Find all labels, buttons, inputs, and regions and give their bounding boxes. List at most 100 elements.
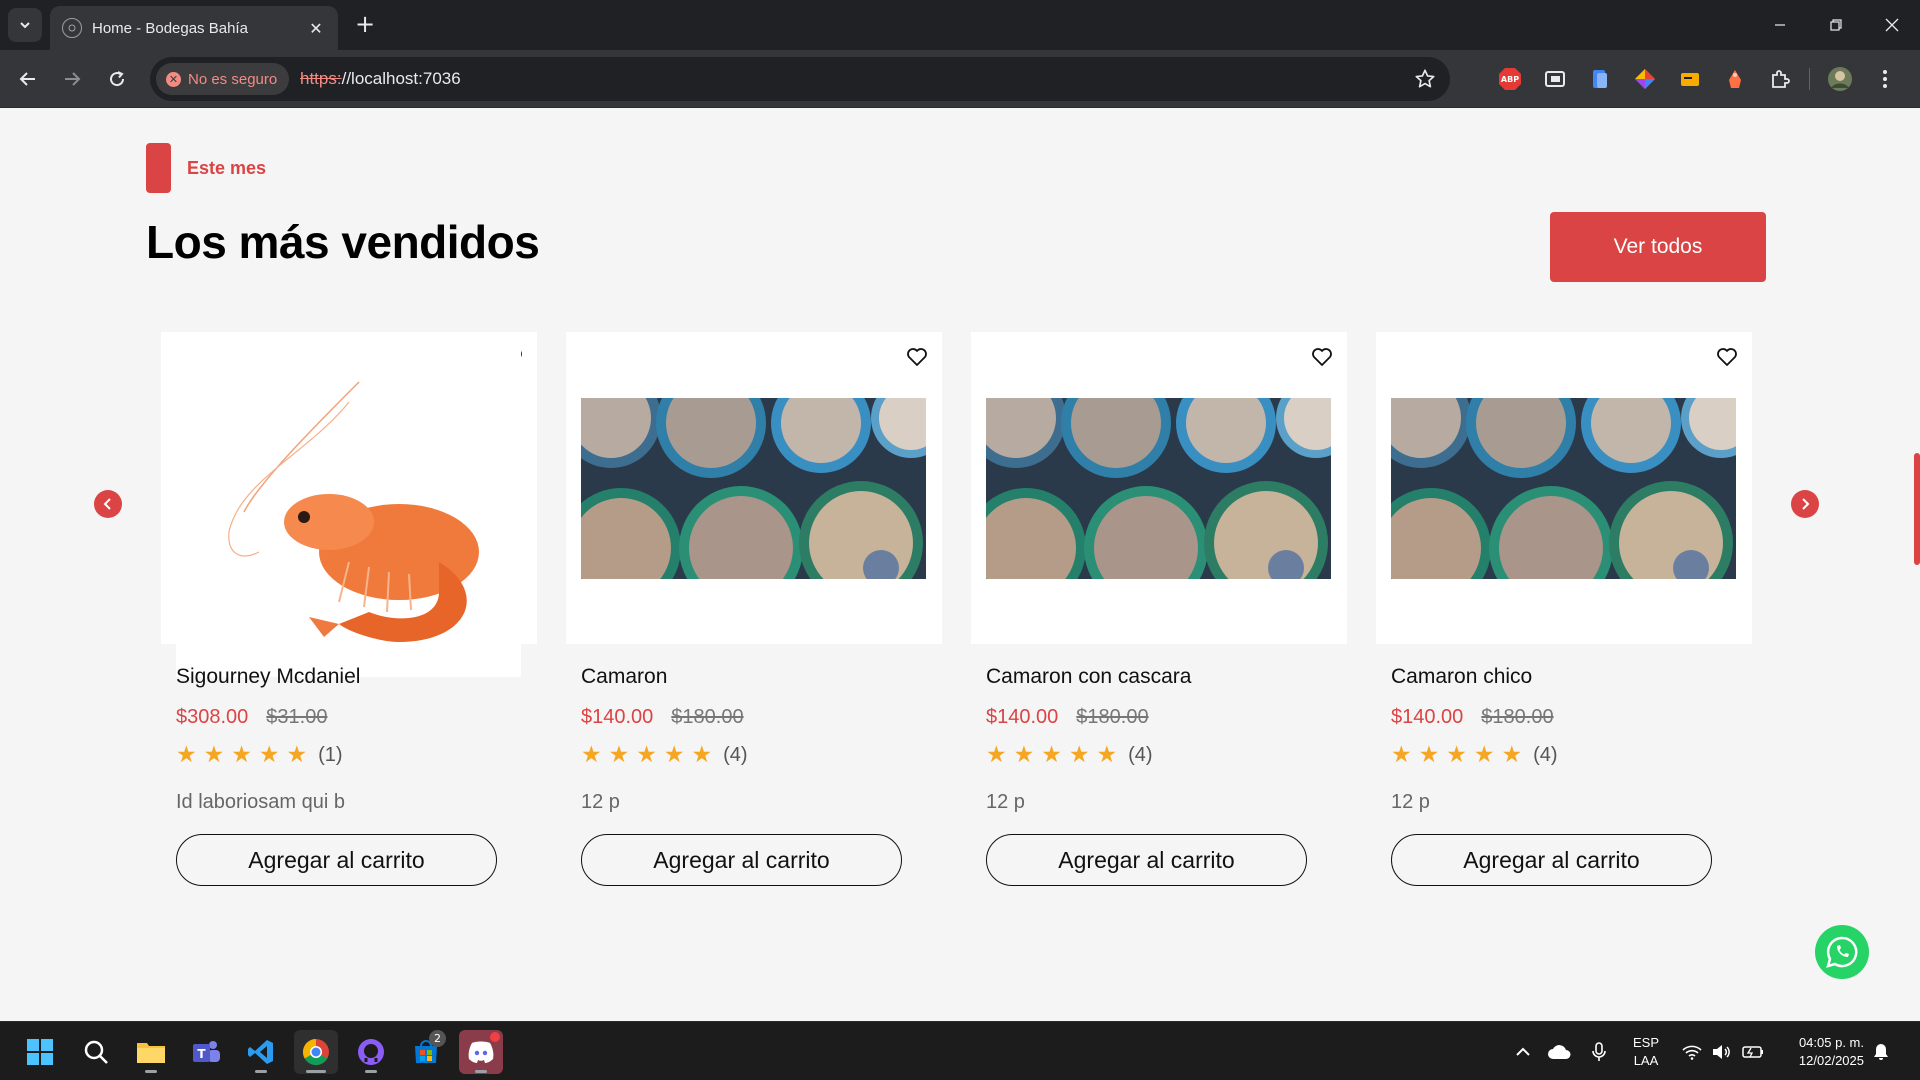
teams-icon: T [193, 1041, 220, 1062]
url-text[interactable]: https://localhost:7036 [300, 69, 461, 89]
carousel-prev-button[interactable] [94, 490, 122, 518]
product-old-price: $180.00 [1076, 706, 1149, 728]
star-icon: ★ [286, 742, 308, 768]
product-image-area[interactable] [1376, 332, 1752, 644]
clock-button[interactable]: 04:05 p. m. 12/02/2025 [1772, 1034, 1864, 1070]
clock-time: 04:05 p. m. [1798, 1034, 1864, 1050]
keyboard-layout: LAA [1633, 1052, 1659, 1068]
cast-extension-button[interactable] [1539, 63, 1571, 95]
product-name[interactable]: Camaron chico [1391, 665, 1532, 689]
profile-avatar-button[interactable] [1824, 63, 1856, 95]
document-icon [1593, 70, 1607, 88]
show-hidden-icons-button[interactable] [1508, 1047, 1538, 1057]
product-name[interactable]: Camaron [581, 665, 667, 689]
star-outline-icon [1415, 69, 1435, 88]
browser-menu-button[interactable] [1869, 63, 1901, 95]
forward-button[interactable] [56, 63, 88, 95]
minimize-button[interactable] [1752, 0, 1808, 50]
microsoft-store-button[interactable]: 2 [404, 1030, 448, 1074]
new-tab-button[interactable]: + [350, 10, 380, 40]
product-old-price: $180.00 [671, 706, 744, 728]
microphone-button[interactable] [1580, 1041, 1618, 1062]
add-to-cart-button[interactable]: Agregar al carrito [1391, 834, 1712, 886]
close-window-button[interactable] [1864, 0, 1920, 50]
wishlist-button[interactable] [902, 342, 932, 372]
close-tab-icon[interactable]: ✕ [306, 19, 326, 38]
site-info-chip[interactable]: ✕ No es seguro [156, 63, 290, 95]
section-tag-bar [146, 143, 171, 193]
notification-badge: 2 [429, 1030, 446, 1047]
review-count: (4) [1533, 744, 1558, 766]
wishlist-button[interactable] [1712, 342, 1742, 372]
add-to-cart-button[interactable]: Agregar al carrito [176, 834, 497, 886]
extensions-menu-button[interactable] [1764, 63, 1796, 95]
file-explorer-button[interactable] [129, 1030, 173, 1074]
teams-button[interactable]: T [184, 1030, 228, 1074]
section-tag: Este mes [146, 143, 266, 193]
review-count: (1) [318, 744, 343, 766]
product-name[interactable]: Sigourney Mcdaniel [176, 665, 360, 689]
view-all-button[interactable]: Ver todos [1550, 212, 1766, 282]
wishlist-button[interactable] [1307, 342, 1337, 372]
product-image-area[interactable] [971, 332, 1347, 644]
product-description: 12 p [1391, 791, 1430, 813]
product-card: Camaron chico $140.00 $180.00 ★ ★ ★ ★ ★ (4) 1… [1376, 332, 1752, 886]
color-picker-extension-button[interactable] [1629, 63, 1661, 95]
back-button[interactable] [12, 63, 44, 95]
vscode-button[interactable] [239, 1030, 283, 1074]
quick-settings-button[interactable] [1674, 1044, 1772, 1060]
restore-button[interactable] [1808, 0, 1864, 50]
address-bar[interactable]: ✕ No es seguro https://localhost:7036 [150, 57, 1450, 101]
window-controls [1752, 0, 1920, 50]
star-icon: ★ [1446, 742, 1467, 768]
wifi-icon [1682, 1045, 1702, 1060]
color-wheel-icon [1635, 69, 1655, 89]
input-language-button[interactable]: ESP LAA [1618, 1034, 1674, 1070]
bookmark-star-button[interactable] [1414, 68, 1436, 90]
close-icon [1885, 18, 1899, 32]
search-button[interactable] [74, 1030, 118, 1074]
star-icon: ★ [663, 742, 685, 768]
docs-extension-button[interactable] [1584, 63, 1616, 95]
seafood-tubs-photo [1391, 398, 1736, 579]
reload-button[interactable] [101, 63, 133, 95]
onedrive-button[interactable] [1538, 1044, 1580, 1060]
product-rating: ★ ★ ★ ★ ★ (4) [581, 744, 748, 767]
discord-button[interactable] [459, 1030, 503, 1074]
discord-icon [468, 1041, 494, 1063]
tab-search-button[interactable] [8, 8, 42, 42]
review-count: (4) [723, 744, 748, 766]
microphone-icon [1592, 1041, 1606, 1061]
system-tray: ESP LAA 04:05 p. m. 12/02/2025 [1508, 1022, 1898, 1080]
adblock-icon: ABP [1499, 68, 1521, 90]
window-icon [1545, 71, 1565, 87]
unread-dot [490, 1032, 500, 1042]
product-name[interactable]: Camaron con cascara [986, 665, 1191, 689]
github-icon [358, 1039, 384, 1065]
adblock-extension-button[interactable]: ABP [1494, 63, 1526, 95]
shrimp-photo [176, 347, 521, 677]
chevron-left-icon [103, 498, 111, 510]
github-desktop-button[interactable] [349, 1030, 393, 1074]
add-to-cart-button[interactable]: Agregar al carrito [581, 834, 902, 886]
carousel-next-button[interactable] [1791, 490, 1819, 518]
fox-extension-button[interactable] [1719, 63, 1751, 95]
running-indicator [145, 1070, 157, 1073]
chrome-button[interactable] [294, 1030, 338, 1074]
start-button[interactable] [18, 1030, 62, 1074]
star-icon: ★ [258, 742, 280, 768]
notifications-button[interactable] [1864, 1043, 1898, 1061]
chevron-right-icon [1802, 498, 1810, 510]
star-icon: ★ [581, 742, 602, 768]
not-secure-icon: ✕ [166, 71, 181, 87]
taskbar: T 2 ESP LAA 04:05 p. m. 12/02/2025 [0, 1021, 1920, 1080]
add-to-cart-button[interactable]: Agregar al carrito [986, 834, 1307, 886]
scrollbar-thumb[interactable] [1914, 453, 1920, 565]
star-icon: ★ [1096, 742, 1118, 768]
whatsapp-button[interactable] [1815, 925, 1869, 979]
tag-extension-button[interactable] [1674, 63, 1706, 95]
browser-tab[interactable]: Home - Bodegas Bahía ✕ [50, 6, 338, 50]
product-image-area[interactable] [566, 332, 942, 644]
reload-icon [110, 71, 125, 87]
star-icon: ★ [1418, 742, 1440, 768]
